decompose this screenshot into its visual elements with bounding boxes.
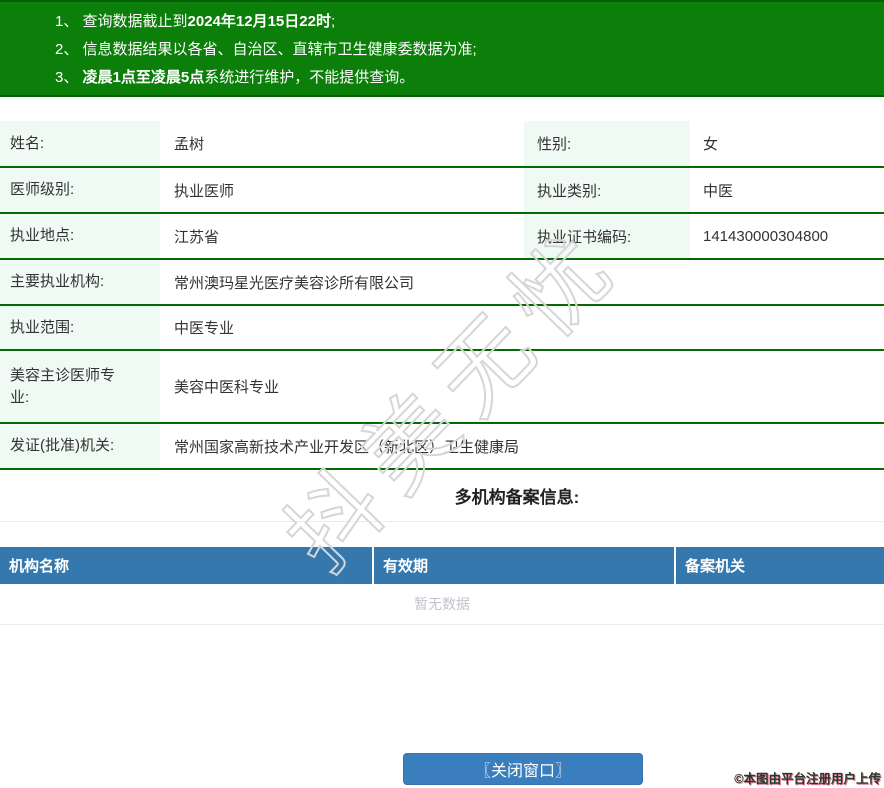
notice-text: 查询数据截止到 [83,13,188,30]
practice-location-label: 执业地点: [0,214,160,258]
notice-text: ; [331,13,335,30]
filing-table-header: 机构名称 有效期 备案机关 [0,547,884,584]
practice-scope-label: 执业范围: [0,306,160,349]
table-row: 执业范围: 中医专业 [0,306,884,351]
table-row: 执业地点: 江苏省 执业证书编码: 141430000304800 [0,214,884,260]
issuing-authority-value: 常州国家高新技术产业开发区（新北区）卫生健康局 [160,436,884,457]
table-row: 发证(批准)机关: 常州国家高新技术产业开发区（新北区）卫生健康局 [0,424,884,470]
table-row: 主要执业机构: 常州澳玛星光医疗美容诊所有限公司 [0,260,884,306]
notice-bold-text: 2024年12月15日22时 [188,13,331,30]
filing-section-title: 多机构备案信息: [0,470,884,522]
gender-label: 性别: [524,121,690,166]
table-row: 姓名: 孟树 性别: 女 [0,121,884,168]
notice-number: 2、 [55,41,83,58]
main-institution-value: 常州澳玛星光医疗美容诊所有限公司 [160,272,884,293]
gender-value: 女 [690,133,884,154]
filing-table: 机构名称 有效期 备案机关 暂无数据 [0,547,884,625]
table-row: 医师级别: 执业医师 执业类别: 中医 [0,168,884,214]
practice-category-value: 中医 [690,180,884,201]
table-row: 美容主诊医师专业: 美容中医科专业 [0,351,884,424]
name-label: 姓名: [0,121,160,166]
notice-line-3: 3、 凌晨1点至凌晨5点系统进行维护，不能提供查询。 [55,64,874,92]
empty-data-row: 暂无数据 [0,584,884,625]
notice-text: 信息数据结果以各省、自治区、直辖市卫生健康委数据为准; [83,41,477,58]
filing-col-institution-name: 机构名称 [0,547,372,584]
cosmetic-specialty-label: 美容主诊医师专业: [0,351,160,422]
notice-text: 系统进行维护，不能提供查询。 [204,69,414,86]
notice-bold-text: 凌晨1点至凌晨5点 [83,69,205,86]
name-value: 孟树 [160,133,520,154]
issuing-authority-label: 发证(批准)机关: [0,424,160,468]
close-window-button[interactable]: 〖关闭窗口〗 [403,753,643,785]
certificate-code-value: 141430000304800 [690,228,884,245]
filing-col-validity-period: 有效期 [372,547,674,584]
main-institution-label: 主要执业机构: [0,260,160,304]
notice-banner: 1、 查询数据截止到2024年12月15日22时; 2、 信息数据结果以各省、自… [0,0,884,97]
filing-col-filing-authority: 备案机关 [674,547,884,584]
notice-line-2: 2、 信息数据结果以各省、自治区、直辖市卫生健康委数据为准; [55,36,874,64]
notice-line-1: 1、 查询数据截止到2024年12月15日22时; [55,8,874,36]
notice-number: 1、 [55,13,83,30]
cosmetic-specialty-value: 美容中医科专业 [160,376,884,397]
empty-data-text: 暂无数据 [414,594,470,614]
doctor-level-value: 执业医师 [160,180,520,201]
spacer [0,522,884,547]
certificate-code-label: 执业证书编码: [524,214,690,258]
notice-number: 3、 [55,69,83,86]
upload-credit: ©本图由平台注册用户上传 [734,768,881,787]
practice-location-value: 江苏省 [160,226,520,247]
query-result-page: 1、 查询数据截止到2024年12月15日22时; 2、 信息数据结果以各省、自… [0,0,884,788]
practice-scope-value: 中医专业 [160,317,884,338]
doctor-level-label: 医师级别: [0,168,160,212]
practice-category-label: 执业类别: [524,168,690,212]
doctor-info-table: 姓名: 孟树 性别: 女 医师级别: 执业医师 执业类别: 中医 执业地点: 江… [0,121,884,470]
